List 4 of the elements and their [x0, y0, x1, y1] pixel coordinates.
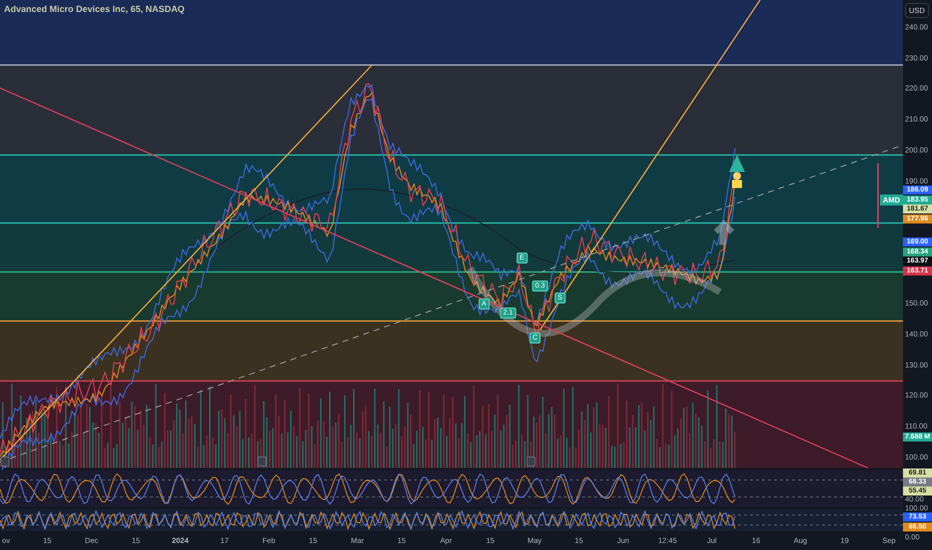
up-arrow-icon — [713, 220, 735, 248]
range-marker — [877, 163, 879, 228]
chart-title: Advanced Micro Devices Inc, 65, NASDAQ — [4, 4, 185, 14]
wizard-icon — [729, 155, 745, 188]
